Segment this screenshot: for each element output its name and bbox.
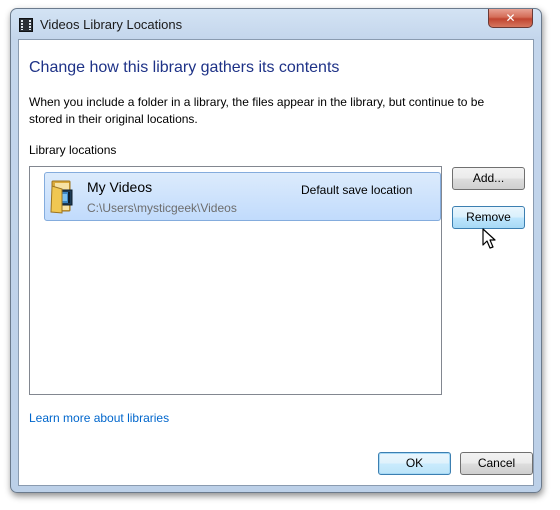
library-locations-list[interactable]: My Videos C:\Users\mysticgeek\Videos Def… <box>29 166 442 395</box>
window-title: Videos Library Locations <box>40 17 183 32</box>
ok-button[interactable]: OK <box>378 452 451 475</box>
film-strip-icon <box>19 18 33 32</box>
mouse-pointer-icon <box>482 228 496 249</box>
location-path: C:\Users\mysticgeek\Videos <box>87 201 237 215</box>
description-text: When you include a folder in a library, … <box>29 95 485 126</box>
add-button[interactable]: Add... <box>452 167 525 190</box>
cancel-button[interactable]: Cancel <box>460 452 533 475</box>
videos-folder-icon <box>50 180 73 214</box>
remove-button[interactable]: Remove <box>452 206 525 229</box>
library-locations-dialog: Videos Library Locations ✕ Change how th… <box>10 8 542 493</box>
close-button[interactable]: ✕ <box>488 9 533 28</box>
library-locations-label: Library locations <box>29 143 117 157</box>
page-title: Change how this library gathers its cont… <box>29 59 340 76</box>
title-bar[interactable]: Videos Library Locations ✕ <box>11 9 541 39</box>
default-save-location-label: Default save location <box>301 183 413 197</box>
list-item-my-videos[interactable]: My Videos C:\Users\mysticgeek\Videos Def… <box>44 172 441 221</box>
dialog-content: Change how this library gathers its cont… <box>18 39 534 486</box>
location-name: My Videos <box>87 179 153 195</box>
learn-more-link[interactable]: Learn more about libraries <box>29 411 169 425</box>
